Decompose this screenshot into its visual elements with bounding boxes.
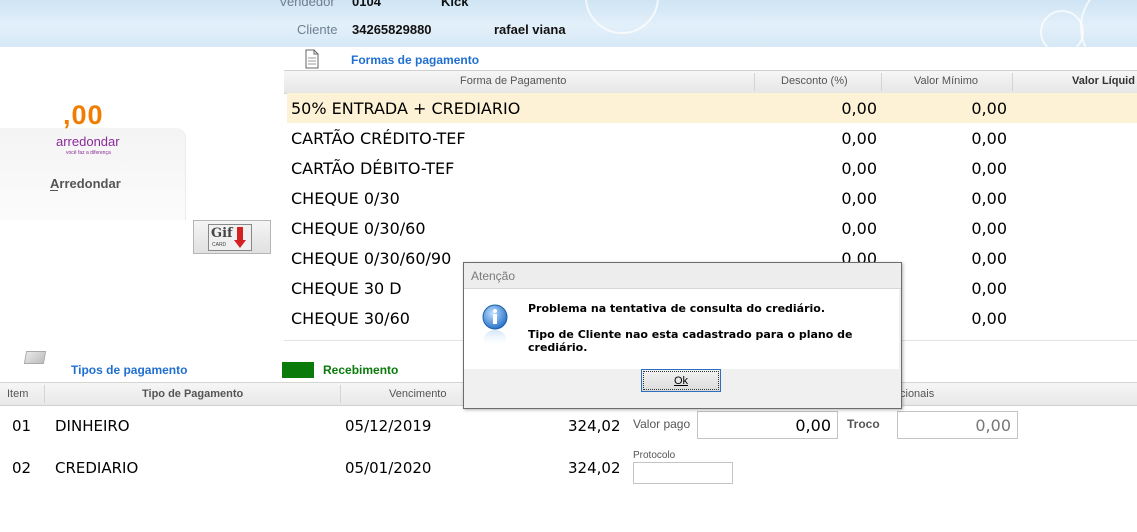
arredondar-logo-amount: ,00 [63, 100, 104, 130]
customer-header: Vendedor 0104 Kick Cliente 34265829880 r… [0, 0, 1137, 47]
forma-row[interactable]: CARTÃO DÉBITO-TEF 0,00 0,00 [287, 153, 1137, 183]
forma-row[interactable]: 50% ENTRADA + CREDIARIO 0,00 0,00 [287, 93, 1137, 123]
card-icon [23, 351, 47, 364]
troco-label: Troco [847, 417, 880, 431]
gift-card-icon: Gif CARD [208, 224, 252, 251]
col-valor-liquido[interactable]: Valor Líquid [1072, 75, 1135, 87]
forma-row[interactable]: CHEQUE 0/30/60 0,00 0,00 [287, 213, 1137, 243]
column-divider [881, 73, 882, 91]
vendedor-code: 0104 [352, 0, 381, 9]
header-decoration [1080, 0, 1137, 47]
row-tipo: DINHEIRO [55, 417, 130, 435]
row-valor: 324,02 [568, 417, 621, 435]
gift-card-button[interactable]: Gif CARD [193, 220, 271, 254]
arrow-down-icon [237, 227, 243, 241]
row-tipo: CREDIARIO [55, 459, 139, 477]
protocolo-label: Protocolo [633, 450, 676, 461]
forma-minimo: 0,00 [971, 129, 1007, 148]
forma-minimo: 0,00 [971, 279, 1007, 298]
forma-minimo: 0,00 [971, 249, 1007, 268]
arredondar-button[interactable]: Arredondar [50, 176, 121, 191]
header-decoration [585, 0, 659, 34]
troco-value: 0,00 [975, 416, 1011, 435]
forma-name: CHEQUE 0/30/60/90 [291, 249, 452, 268]
dialog-message-1: Problema na tentativa de consulta do cre… [528, 302, 826, 315]
col-item[interactable]: Item [7, 388, 28, 400]
forma-name: CHEQUE 30/60 [291, 309, 410, 328]
forma-name: CHEQUE 0/30 [291, 189, 400, 208]
protocolo-input[interactable] [633, 462, 733, 484]
col-tipo-pagamento[interactable]: Tipo de Pagamento [142, 388, 243, 400]
forma-row[interactable]: CARTÃO CRÉDITO-TEF 0,00 0,00 [287, 123, 1137, 153]
col-forma-pagamento[interactable]: Forma de Pagamento [460, 75, 566, 87]
col-desconto[interactable]: Desconto (%) [781, 75, 848, 87]
col-valor-minimo[interactable]: Valor Mínimo [914, 75, 978, 87]
valor-pago-label: Valor pago [633, 417, 691, 431]
valor-pago-input[interactable]: 0,00 [697, 411, 838, 439]
forma-desconto: 0,00 [841, 189, 877, 208]
forma-row[interactable]: CHEQUE 0/30 0,00 0,00 [287, 183, 1137, 213]
dialog-message-2: Tipo de Cliente nao esta cadastrado para… [528, 328, 853, 354]
formas-caption: Formas de pagamento [351, 53, 480, 67]
column-divider [340, 385, 341, 403]
attention-dialog: Atenção Problema na tentativa de consult… [463, 262, 902, 409]
col-adicionais[interactable]: cionais [900, 388, 934, 400]
forma-name: 50% ENTRADA + CREDIARIO [291, 99, 521, 118]
cliente-code: 34265829880 [352, 22, 432, 37]
forma-minimo: 0,00 [971, 189, 1007, 208]
arrow-head [234, 240, 246, 248]
dialog-body: Problema na tentativa de consulta do cre… [464, 289, 899, 369]
row-vencimento: 05/01/2020 [345, 459, 432, 477]
table-row[interactable]: 01 DINHEIRO 05/12/2019 324,02 [0, 411, 640, 441]
info-icon [481, 303, 509, 358]
forma-minimo: 0,00 [971, 99, 1007, 118]
arredondar-logo-tagline: você faz a diferença [66, 150, 111, 156]
gift-card-subtext: CARD [212, 242, 227, 248]
forma-desconto: 0,00 [841, 159, 877, 178]
arredondar-logo-word: arredondar [56, 134, 120, 149]
column-divider [44, 385, 45, 403]
column-divider [754, 73, 755, 91]
forma-desconto: 0,00 [841, 99, 877, 118]
vendedor-label: Vendedor [279, 0, 335, 9]
forma-name: CHEQUE 0/30/60 [291, 219, 426, 238]
forma-name: CARTÃO CRÉDITO-TEF [291, 129, 466, 148]
arredondar-accelerator-underline [50, 190, 58, 191]
troco-input[interactable]: 0,00 [897, 411, 1018, 439]
valor-pago-value: 0,00 [795, 416, 831, 435]
ok-button-focus: Ok [643, 371, 719, 390]
forma-name: CHEQUE 30 D [291, 279, 402, 298]
table-row[interactable]: 02 CREDIARIO 05/01/2020 324,02 [0, 453, 640, 483]
dialog-titlebar[interactable]: Atenção [464, 263, 901, 289]
header-decoration [1040, 10, 1084, 47]
ok-button[interactable]: Ok [641, 369, 721, 392]
column-divider [1012, 73, 1013, 91]
forma-minimo: 0,00 [971, 159, 1007, 178]
cliente-name: rafael viana [494, 22, 566, 37]
row-vencimento: 05/12/2019 [345, 417, 432, 435]
gift-card-text: Gif [211, 226, 233, 241]
row-item: 02 [12, 459, 32, 477]
row-valor: 324,02 [568, 459, 621, 477]
vendedor-name: Kick [441, 0, 469, 9]
recebimento-indicator [282, 362, 314, 378]
dialog-title: Atenção [471, 269, 516, 283]
recebimento-label: Recebimento [323, 363, 399, 377]
forma-minimo: 0,00 [971, 219, 1007, 238]
row-item: 01 [12, 417, 32, 435]
forma-minimo: 0,00 [971, 309, 1007, 328]
tipos-caption: Tipos de pagamento [71, 363, 188, 377]
cliente-label: Cliente [297, 22, 338, 37]
col-vencimento[interactable]: Vencimento [389, 388, 446, 400]
ok-button-label: Ok [673, 375, 689, 387]
formas-table-header: Forma de Pagamento Desconto (%) Valor Mí… [284, 70, 1137, 94]
forma-desconto: 0,00 [841, 219, 877, 238]
forma-desconto: 0,00 [841, 129, 877, 148]
forma-name: CARTÃO DÉBITO-TEF [291, 159, 455, 178]
